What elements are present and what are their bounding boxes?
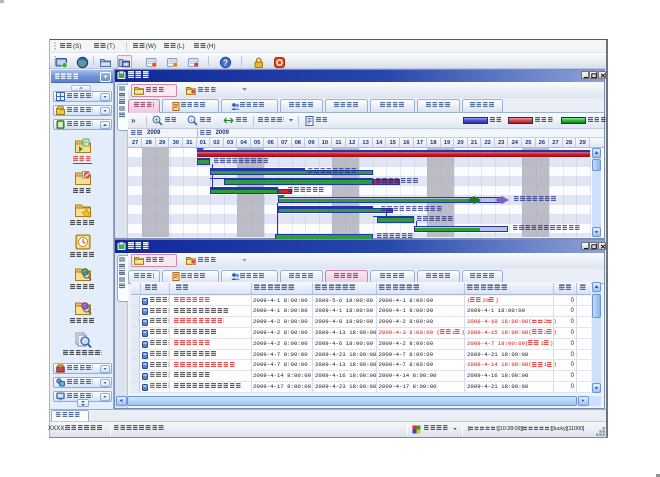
svg-text:-: - [190,117,192,124]
svg-text:+: + [155,117,159,124]
svg-text:?: ? [223,58,228,67]
